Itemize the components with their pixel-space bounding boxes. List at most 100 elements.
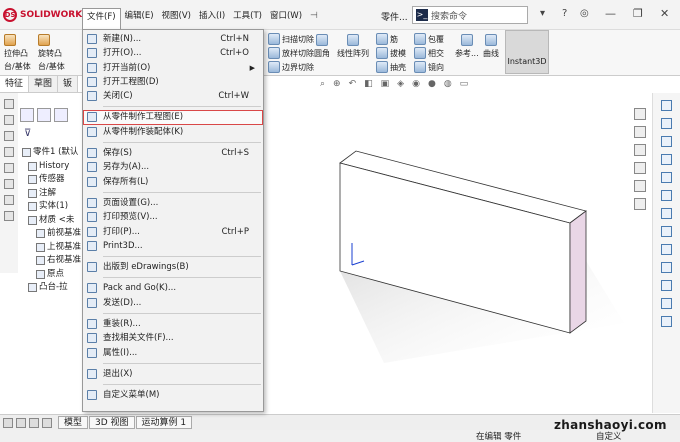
file-menu-item[interactable]: 重装(R)... [83,317,263,331]
revolve-boss-button[interactable]: 旋转凸 台/基体 [38,34,65,72]
file-menu-item[interactable]: 打开工程图(D) [83,75,263,89]
hide-show-icon[interactable]: ◉ [412,79,420,89]
tab-model[interactable]: 模型 [58,416,89,429]
menu-0[interactable]: 文件(F) [82,8,121,31]
solidworks-logo[interactable]: DS SOLIDWORKS [3,8,89,22]
tree-item[interactable]: 凸台-拉 [22,281,82,295]
file-menu-item[interactable]: 保存(S) Ctrl+S [83,146,263,160]
search-input[interactable]: 搜索命令 [431,9,467,22]
toolbar-icon[interactable] [4,211,14,221]
file-menu-item[interactable]: 自定义菜单(M) [83,388,263,402]
ribbon-fillet[interactable]: 圆角 [314,34,330,59]
ribbon-reference[interactable]: 参考... [455,34,479,59]
tree-item[interactable]: 原点 [22,268,82,282]
tree-item[interactable]: 传感器 [22,173,82,187]
graphics-area[interactable] [264,93,652,413]
first-tab-icon[interactable] [3,417,13,428]
menu-3[interactable]: 插入(I) [195,8,229,24]
ribbon-loft-cut[interactable]: 放样切除 [268,47,314,59]
last-tab-icon[interactable] [42,417,52,428]
ribbon-wrap[interactable]: 包覆 [414,33,444,45]
search-command[interactable]: >_ 搜索命令 [412,6,528,24]
task-pane-icon[interactable] [634,198,646,210]
toolbar-icon[interactable] [4,131,14,141]
file-menu-item[interactable]: 发送(D)... [83,296,263,310]
file-menu-item[interactable]: 打开当前(O) ▶ [83,61,263,75]
sketch-tool-icon[interactable] [661,136,672,147]
edit-appearance-icon[interactable]: ● [428,79,436,89]
file-menu-item[interactable]: 打开(O)... Ctrl+O [83,46,263,60]
toolbar-icon[interactable] [4,147,14,157]
property-manager-icon[interactable] [37,108,51,122]
ribbon-mirror[interactable]: 镜向 [414,61,444,73]
tab-3d-view[interactable]: 3D 视图 [89,416,135,429]
tab-features[interactable]: 特征 [0,76,30,92]
sketch-tool-icon[interactable] [661,298,672,309]
menu-2[interactable]: 视图(V) [158,8,195,24]
file-menu-item[interactable]: 打印预览(V)... [83,210,263,224]
ribbon-draft[interactable]: 拔模 [376,47,406,59]
display-style-icon[interactable]: ◈ [397,79,404,89]
file-menu-item[interactable]: 出版到 eDrawings(B) [83,260,263,274]
restore-icon[interactable]: ❐ [633,7,643,20]
file-menu-item[interactable]: 打印(P)... Ctrl+P [83,225,263,239]
ribbon-sweep-cut[interactable]: 扫描切除 [268,33,314,45]
ribbon-shell[interactable]: 抽壳 [376,61,406,73]
menu-4[interactable]: 工具(T) [229,8,266,24]
task-pane-icon[interactable] [634,144,646,156]
file-menu-item[interactable]: 新建(N)... Ctrl+N [83,32,263,46]
tree-item[interactable]: 上视基准 [22,241,82,255]
menu-1[interactable]: 编辑(E) [121,8,158,24]
sketch-tool-icon[interactable] [661,118,672,129]
sketch-tool-icon[interactable] [661,208,672,219]
ribbon-intersect[interactable]: 相交 [414,47,444,59]
file-menu-item[interactable]: 从零件制作工程图(E) [83,110,263,125]
previous-view-icon[interactable]: ↶ [349,79,357,89]
tree-root[interactable]: 零件1 (默认 [22,146,82,160]
sketch-tool-icon[interactable] [661,226,672,237]
sketch-tool-icon[interactable] [661,172,672,183]
toolbar-icon[interactable] [4,179,14,189]
help-icon[interactable]: ? [562,8,567,19]
tree-item[interactable]: 材质 <未 [22,214,82,228]
user-icon[interactable]: ◎ [580,8,589,19]
menu-5[interactable]: 窗口(W) [266,8,306,24]
extrude-boss-button[interactable]: 拉伸凸 台/基体 [4,34,31,72]
toolbar-icon[interactable] [4,99,14,109]
file-menu-item[interactable]: 关闭(C) Ctrl+W [83,89,263,103]
sketch-tool-icon[interactable] [661,244,672,255]
tree-item[interactable]: 实体(1) [22,200,82,214]
tab-sketch[interactable]: 草图 [29,76,59,92]
tab-motion-study[interactable]: 运动算例 1 [135,416,193,429]
view-orientation-icon[interactable]: ▣ [381,79,390,89]
filter-icon[interactable]: ⊽ [24,128,31,139]
file-menu-item[interactable]: 页面设置(G)... [83,196,263,210]
sketch-tool-icon[interactable] [661,100,672,111]
toolbar-icon[interactable] [4,195,14,205]
task-pane-icon[interactable] [634,108,646,120]
instant3d-button[interactable]: Instant3D [505,30,549,74]
config-manager-icon[interactable] [54,108,68,122]
sketch-tool-icon[interactable] [661,154,672,165]
toolbar-icon[interactable] [4,163,14,173]
minimize-icon[interactable]: — [605,7,616,20]
toolbar-icon[interactable] [4,115,14,125]
tree-item[interactable]: 注解 [22,187,82,201]
sketch-tool-icon[interactable] [661,262,672,273]
file-menu-item[interactable]: 退出(X) [83,367,263,381]
next-tab-icon[interactable] [29,417,39,428]
file-menu-item[interactable]: 属性(I)... [83,346,263,360]
feature-manager-icon[interactable] [20,108,34,122]
search-dropdown-icon[interactable]: ▾ [540,8,545,19]
file-menu-item[interactable]: 从零件制作装配体(K) [83,125,263,139]
zoom-fit-icon[interactable]: ⌕ [320,79,325,89]
file-menu-item[interactable]: 保存所有(L) [83,175,263,189]
tab-sheetmetal[interactable]: 钣 [58,76,79,92]
tree-item[interactable]: History [22,160,82,174]
pin-menu-icon[interactable]: ⊣ [306,8,322,31]
task-pane-icon[interactable] [634,180,646,192]
task-pane-icon[interactable] [634,162,646,174]
file-menu-item[interactable]: 查找相关文件(F)... [83,331,263,345]
section-view-icon[interactable]: ◧ [364,79,373,89]
file-menu-item[interactable]: Print3D... [83,239,263,253]
